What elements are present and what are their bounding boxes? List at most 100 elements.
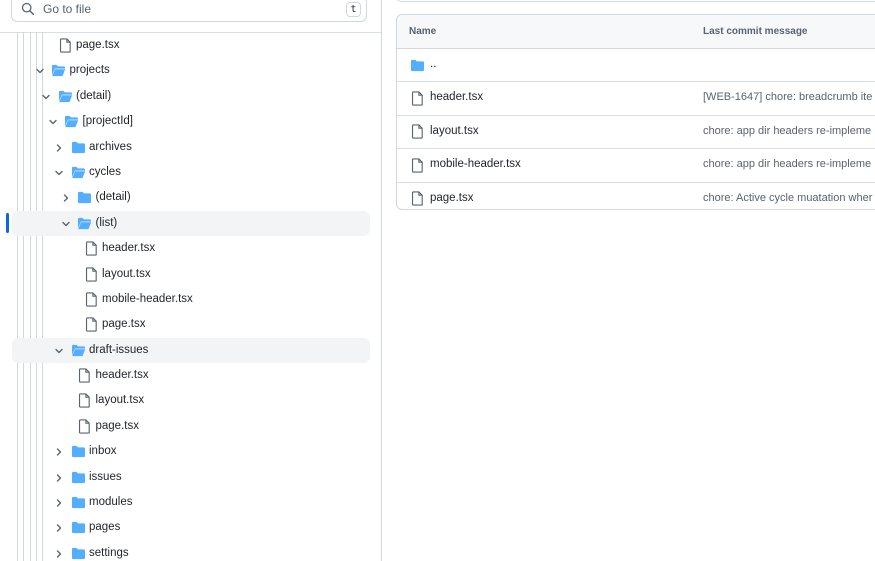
chevron-down-icon[interactable] (53, 167, 65, 179)
tree-item-label: cycles (89, 165, 121, 178)
folder-icon (51, 63, 67, 79)
file-icon (77, 393, 93, 409)
tree-item-label: page.tsx (76, 39, 120, 51)
file-name-link[interactable]: page.tsx (430, 192, 473, 204)
tree-item-label: [projectId] (82, 115, 134, 128)
tree-folder-item[interactable]: modules (0, 490, 370, 515)
tree-item-label: header.tsx (102, 242, 156, 255)
file-tree-panel: Go to file t page.tsx projects (detail) [pr… (0, 0, 382, 561)
folder-icon (70, 342, 86, 358)
tree-item-label: inbox (89, 445, 117, 458)
column-header-message: Last commit message (703, 26, 808, 37)
file-icon (409, 157, 425, 173)
table-row[interactable]: mobile-header.tsx chore: app dir headers … (397, 149, 875, 183)
chevron-right-icon[interactable] (53, 142, 65, 154)
chevron-down-icon[interactable] (60, 218, 72, 230)
folder-icon (70, 545, 86, 561)
tree-file-item[interactable]: mobile-header.tsx (0, 287, 370, 312)
tree-file-item[interactable]: header.tsx (0, 363, 370, 388)
tree-item-label: layout.tsx (95, 394, 145, 407)
tree-item-label: mobile-header.tsx (102, 292, 193, 305)
tree-folder-item[interactable]: draft-issues (0, 337, 370, 364)
folder-icon (409, 57, 425, 73)
chevron-right-icon[interactable] (53, 446, 65, 458)
tree-file-item[interactable]: page.tsx (0, 312, 370, 337)
file-icon (83, 291, 99, 307)
tree-folder-item[interactable]: cycles (0, 160, 370, 185)
tree-item-label: settings (89, 546, 129, 559)
tree-item-label: layout.tsx (102, 267, 151, 280)
table-row[interactable]: header.tsx [WEB-1647] chore: breadcrumb i… (397, 82, 875, 116)
tree-file-item[interactable]: layout.tsx (0, 388, 370, 413)
tree-folder-item[interactable]: archives (0, 135, 370, 160)
chevron-down-icon[interactable] (53, 345, 65, 357)
tree-folder-item[interactable]: pages (0, 515, 370, 540)
row-highlight (12, 337, 370, 364)
file-tree: page.tsx projects (detail) [projectId] archi… (0, 33, 370, 561)
chevron-right-icon[interactable] (53, 497, 65, 509)
search-placeholder[interactable]: Go to file (43, 2, 346, 16)
column-header-name: Name (409, 26, 437, 37)
tree-item-label: issues (89, 470, 122, 483)
folder-icon (70, 444, 86, 460)
tree-folder-item[interactable]: (detail) (0, 185, 370, 210)
tree-item-label: header.tsx (95, 369, 149, 382)
file-icon (409, 124, 425, 140)
file-table: Name Last commit message .. header.tsx [WE… (396, 14, 875, 210)
tree-file-item[interactable]: header.tsx (0, 236, 370, 261)
tree-folder-item[interactable]: inbox (0, 439, 370, 464)
folder-icon (70, 139, 86, 155)
tree-folder-item[interactable]: issues (0, 465, 370, 490)
commit-message-link[interactable]: chore: app dir headers re-impleme (703, 125, 871, 137)
tree-item-label: projects (69, 64, 110, 77)
tree-file-item[interactable]: layout.tsx (0, 262, 370, 287)
chevron-right-icon[interactable] (53, 522, 65, 534)
go-to-file-search[interactable]: Go to file t (11, 0, 367, 22)
file-icon (83, 266, 99, 282)
tree-file-item[interactable]: page.tsx (0, 414, 370, 439)
chevron-right-icon[interactable] (53, 548, 65, 560)
tree-item-label: modules (89, 496, 133, 509)
folder-icon (70, 469, 86, 485)
tree-file-item[interactable]: page.tsx (0, 33, 370, 58)
table-row[interactable]: .. (397, 49, 875, 83)
file-name-link[interactable]: header.tsx (430, 91, 483, 103)
table-row[interactable]: layout.tsx chore: app dir headers re-impl… (397, 116, 875, 150)
chevron-down-icon[interactable] (34, 65, 46, 77)
tree-folder-item[interactable]: [projectId] (0, 109, 370, 134)
tree-folder-item[interactable]: projects (0, 58, 370, 83)
file-name-link[interactable]: .. (430, 58, 436, 70)
chevron-down-icon[interactable] (40, 91, 52, 103)
folder-icon (70, 164, 86, 180)
file-name-link[interactable]: mobile-header.tsx (430, 158, 521, 170)
tree-item-label: (detail) (95, 191, 131, 204)
search-icon (21, 1, 37, 17)
folder-icon (64, 114, 80, 130)
tree-folder-item[interactable]: (list) (0, 210, 370, 237)
file-name-link[interactable]: layout.tsx (430, 125, 479, 137)
file-icon (83, 241, 99, 257)
tree-item-label: pages (89, 521, 121, 534)
folder-icon (70, 495, 86, 511)
file-icon (57, 38, 73, 54)
chevron-down-icon[interactable] (47, 116, 59, 128)
tree-item-label: (list) (95, 216, 118, 229)
tree-item-label: page.tsx (95, 419, 139, 432)
top-card (396, 0, 875, 2)
chevron-right-icon[interactable] (60, 192, 72, 204)
table-row[interactable]: page.tsx chore: Active cycle muatation wh… (397, 183, 875, 209)
commit-message-link[interactable]: [WEB-1647] chore: breadcrumb ite (703, 91, 872, 103)
shortcut-key: t (346, 1, 361, 17)
tree-item-label: draft-issues (89, 343, 149, 356)
file-icon (409, 90, 425, 106)
commit-message-link[interactable]: chore: app dir headers re-impleme (703, 158, 871, 170)
tree-folder-item[interactable]: (detail) (0, 84, 370, 109)
file-icon (77, 418, 93, 434)
tree-folder-item[interactable]: settings (0, 541, 370, 561)
folder-icon (77, 215, 93, 231)
chevron-right-icon[interactable] (53, 472, 65, 484)
folder-icon (77, 190, 93, 206)
commit-message-link[interactable]: chore: Active cycle muatation wher (703, 192, 872, 204)
file-icon (83, 317, 99, 333)
tree-item-label: page.tsx (102, 318, 146, 331)
